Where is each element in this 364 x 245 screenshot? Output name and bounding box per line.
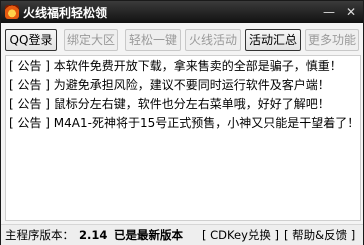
- notice-item: [ 公告 ] 为避免承担风险，建议不要同时运行软件及客户端！: [9, 78, 330, 92]
- notice-item: [ 公告 ] 本软件免费开放下载，拿来售卖的全部是骗子，慎重！: [9, 59, 342, 73]
- version-label: 主程序版本：: [5, 228, 74, 242]
- close-button[interactable]: ✕: [341, 3, 361, 21]
- update-status: 已是最新版本: [114, 228, 183, 242]
- status-bar: 主程序版本： 2.14 已是最新版本 [ CDKey兑换 ] [ 帮助&反馈 ]: [1, 224, 363, 245]
- notice-item: [ 公告 ] 鼠标分左右键，软件也分左右菜单哦，好好了解吧！: [9, 97, 330, 111]
- minimize-button[interactable]: —: [319, 3, 339, 21]
- window-title: 火线福利轻松领: [23, 6, 108, 20]
- cdkey-link[interactable]: [ CDKey兑换 ]: [202, 227, 279, 243]
- events-button[interactable]: 火线活动: [185, 29, 241, 51]
- more-features-button[interactable]: 更多功能: [305, 29, 359, 51]
- bind-region-button[interactable]: 绑定大区: [64, 29, 118, 51]
- one-click-button[interactable]: 轻松一键: [125, 29, 181, 51]
- qq-login-button[interactable]: QQ登录: [5, 29, 57, 51]
- title-bar[interactable]: 火线福利轻松领 — ✕: [1, 1, 363, 23]
- flame-logo-icon: [5, 5, 19, 19]
- event-summary-button[interactable]: 活动汇总: [245, 29, 301, 51]
- toolbar: QQ登录 绑定大区 轻松一键 火线活动 活动汇总 更多功能: [1, 27, 363, 55]
- app-window: 火线福利轻松领 — ✕ QQ登录 绑定大区 轻松一键 火线活动 活动汇总 更多功…: [0, 0, 364, 245]
- help-feedback-link[interactable]: [ 帮助&反馈 ]: [284, 227, 355, 243]
- version-number: 2.14: [79, 228, 108, 242]
- notice-list[interactable]: [ 公告 ] 本软件免费开放下载，拿来售卖的全部是骗子，慎重！ [ 公告 ] 为…: [5, 55, 361, 221]
- notice-item: [ 公告 ] M4A1-死神将于15号正式预售，小神又只能是干望着了！: [9, 116, 360, 130]
